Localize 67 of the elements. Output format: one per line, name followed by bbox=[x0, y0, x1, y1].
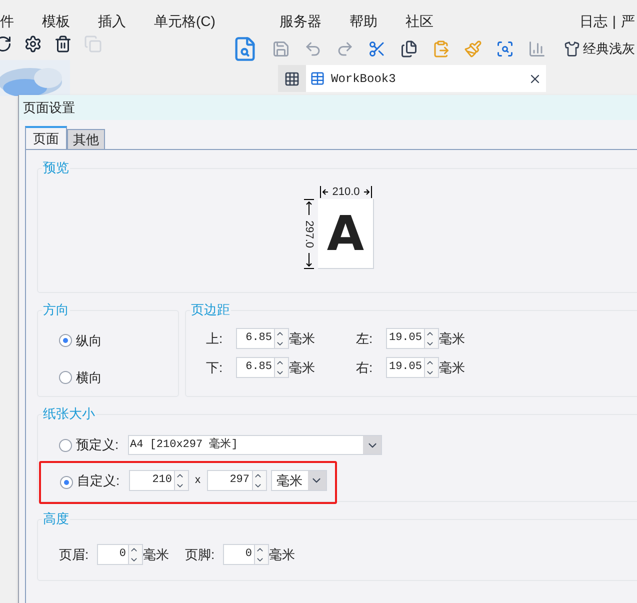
dialog-title: 页面设置 bbox=[23, 98, 75, 117]
table-icon bbox=[310, 71, 325, 86]
up-arrow-icon bbox=[304, 199, 314, 215]
menu-item[interactable]: 服务器 bbox=[279, 10, 322, 32]
copy-icon[interactable] bbox=[400, 40, 418, 58]
down-arrow-icon bbox=[304, 253, 314, 269]
field-label: 左: bbox=[356, 330, 374, 348]
left-arrow-icon bbox=[320, 186, 330, 198]
group-title: 页边距 bbox=[190, 301, 231, 319]
group-title: 高度 bbox=[42, 510, 70, 528]
unit-label: 毫米 bbox=[269, 546, 295, 564]
menu-item[interactable]: 严 bbox=[621, 10, 635, 32]
unit-dropdown[interactable]: 毫米 bbox=[270, 470, 326, 491]
menu-item[interactable]: 插入 bbox=[98, 10, 126, 32]
unit-label: 毫米 bbox=[143, 546, 169, 564]
cut-icon[interactable] bbox=[368, 40, 386, 58]
radio-button[interactable] bbox=[60, 476, 73, 489]
number-field[interactable]: 0 bbox=[223, 544, 269, 565]
menu-item[interactable]: 件 bbox=[0, 10, 14, 32]
right-arrow-icon bbox=[362, 186, 372, 198]
page-preview: A bbox=[318, 199, 374, 269]
theme-button[interactable]: 经典浅灰 bbox=[564, 39, 635, 59]
field-label: 下: bbox=[206, 358, 224, 377]
menu-item[interactable]: 帮助 bbox=[349, 10, 378, 32]
unit-label: 毫米 bbox=[289, 330, 315, 348]
times-sign: x bbox=[194, 473, 202, 488]
height-dimension: 297.0 bbox=[302, 220, 316, 248]
settings-icon[interactable] bbox=[24, 34, 42, 53]
menu-item[interactable]: 单元格(C) bbox=[154, 10, 216, 32]
group-title: 纸张大小 bbox=[42, 405, 96, 423]
field-label: 右: bbox=[356, 358, 374, 377]
editor-tab[interactable]: WorkBook3 bbox=[306, 65, 546, 92]
radio-label: 预定义: bbox=[76, 436, 120, 454]
unit-label: 毫米 bbox=[439, 330, 465, 348]
text-search-icon[interactable] bbox=[496, 40, 514, 58]
new-sheet-button[interactable] bbox=[278, 65, 306, 92]
tab[interactable]: 其他 bbox=[67, 129, 105, 149]
field-label: 页脚: bbox=[185, 546, 216, 564]
unit-label: 毫米 bbox=[439, 358, 465, 377]
field-label: 页眉: bbox=[59, 546, 90, 564]
radio-button[interactable] bbox=[59, 370, 72, 384]
tab[interactable]: 页面 bbox=[25, 126, 67, 149]
radio-label: 纵向 bbox=[76, 332, 102, 350]
radio-label: 横向 bbox=[76, 368, 102, 386]
number-field[interactable]: 6.85 bbox=[236, 328, 289, 349]
menu-item[interactable]: 社区 bbox=[405, 10, 434, 32]
number-field[interactable]: 19.05 bbox=[386, 328, 439, 349]
grid-icon bbox=[284, 70, 300, 86]
trash-icon[interactable] bbox=[54, 34, 72, 53]
radio-button[interactable] bbox=[59, 334, 72, 348]
group-title: 预览 bbox=[42, 159, 70, 177]
width-dimension: 210.0 bbox=[332, 185, 360, 199]
number-field[interactable]: 6.85 bbox=[236, 357, 289, 378]
number-field[interactable]: 0 bbox=[97, 544, 143, 565]
group-title: 方向 bbox=[42, 301, 70, 319]
number-field[interactable]: 19.05 bbox=[386, 357, 439, 378]
field-label: 上: bbox=[206, 330, 224, 348]
unit-label: 毫米 bbox=[289, 358, 315, 377]
separator: | bbox=[612, 12, 616, 31]
paper-size-dropdown[interactable]: A4 [210x297 毫米] bbox=[128, 435, 382, 455]
radio-label: 自定义: bbox=[77, 472, 121, 490]
number-field[interactable]: 210 bbox=[129, 470, 189, 491]
menu-item[interactable]: 日志 bbox=[579, 10, 608, 32]
radio-button[interactable] bbox=[59, 438, 72, 452]
menu-item[interactable]: 模板 bbox=[42, 10, 70, 32]
number-field[interactable]: 297 bbox=[206, 470, 266, 491]
shirt-icon bbox=[564, 41, 580, 57]
